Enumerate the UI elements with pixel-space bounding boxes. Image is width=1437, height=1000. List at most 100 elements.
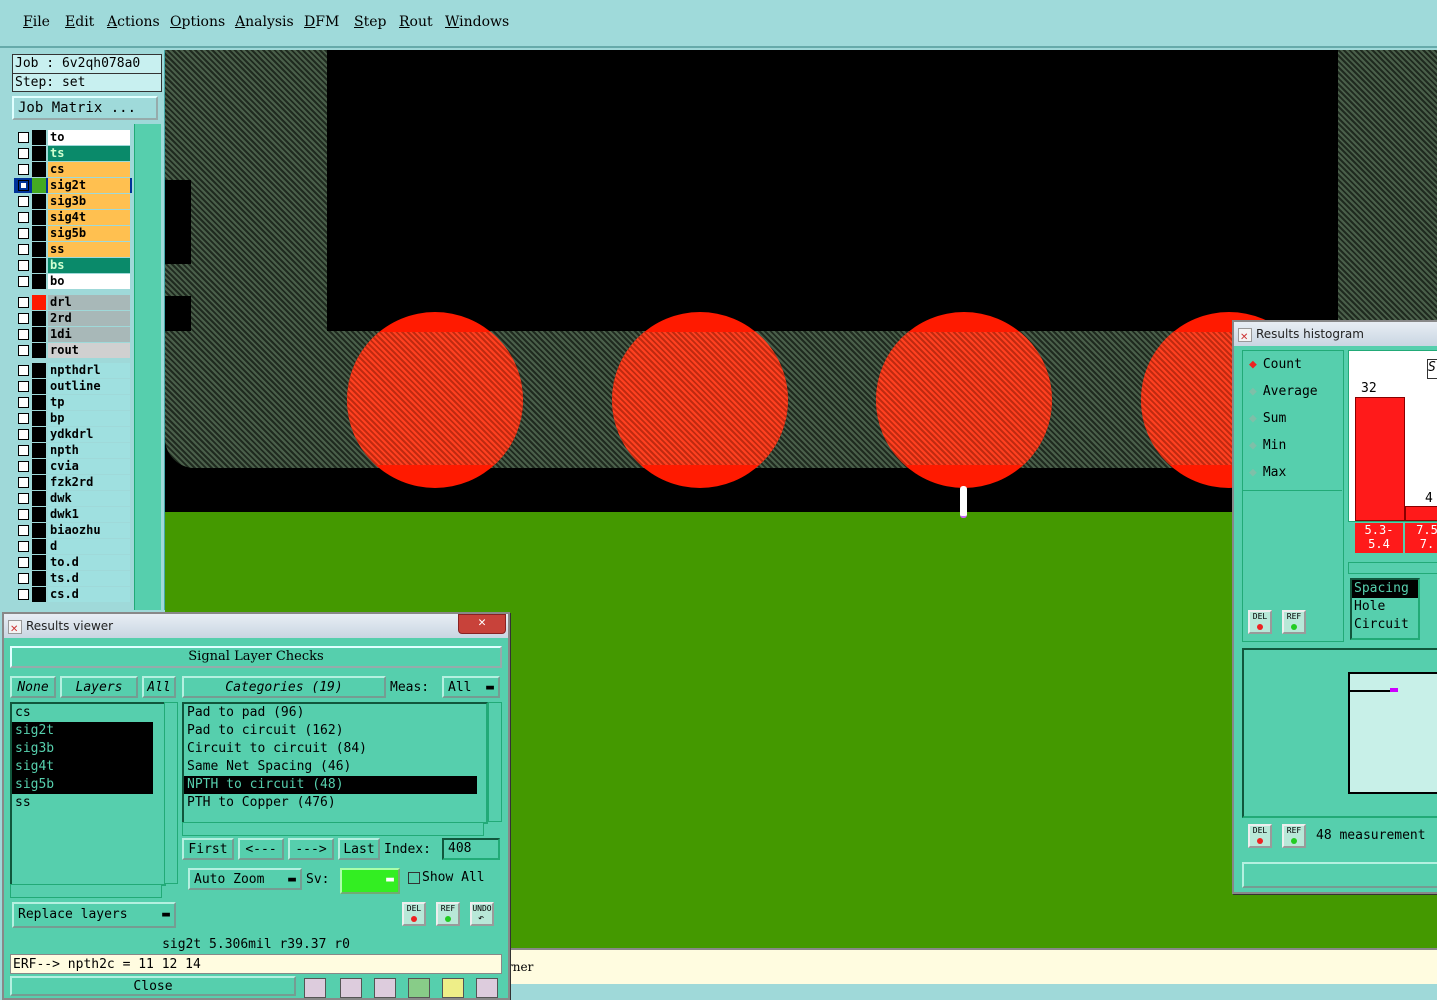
toolbar-icon-3[interactable] [374, 978, 396, 998]
layer-color-swatch[interactable] [32, 395, 46, 410]
layer-row-sig2t[interactable]: sig2t [14, 178, 132, 193]
layer-checkbox[interactable] [18, 276, 29, 287]
layer-color-swatch[interactable] [32, 194, 46, 209]
layer-name[interactable]: biaozhu [48, 523, 130, 538]
category-hscroll[interactable] [182, 822, 484, 836]
layer-name[interactable]: cvia [48, 459, 130, 474]
delete-result-button[interactable]: DEL [402, 902, 426, 926]
layer-row-npthdrl[interactable]: npthdrl [14, 363, 132, 378]
close-window-icon[interactable]: ✕ [458, 614, 506, 634]
histogram-hscroll[interactable] [1348, 562, 1437, 574]
layer-name[interactable]: dwk [48, 491, 130, 506]
layer-row-sig5b[interactable]: sig5b [14, 226, 132, 241]
menu-edit[interactable]: Edit [65, 14, 94, 30]
layer-result-item[interactable]: sig4t [12, 758, 153, 776]
layer-row-bo[interactable]: bo [14, 274, 132, 289]
layer-row-ts-d[interactable]: ts.d [14, 571, 132, 586]
layer-checkbox[interactable] [18, 148, 29, 159]
layer-color-swatch[interactable] [32, 587, 46, 602]
layer-checkbox[interactable] [18, 345, 29, 356]
last-button[interactable]: Last [338, 838, 380, 860]
layer-row-ss[interactable]: ss [14, 242, 132, 257]
layer-row-bp[interactable]: bp [14, 411, 132, 426]
category-list[interactable]: Pad to pad (96) Pad to circuit (162) Circu… [182, 702, 488, 824]
first-button[interactable]: First [182, 838, 234, 860]
close-button[interactable]: Close [10, 976, 296, 996]
toolbar-icon-2[interactable] [340, 978, 362, 998]
sv-color-select[interactable]: ▬ [340, 868, 400, 894]
layer-name[interactable]: sig4t [48, 210, 130, 225]
category-item[interactable]: Circuit to circuit (84) [184, 740, 477, 758]
layer-checkbox[interactable] [18, 493, 29, 504]
layer-name[interactable]: sig3b [48, 194, 130, 209]
layer-checkbox[interactable] [18, 541, 29, 552]
menu-dfm[interactable]: DFM [304, 14, 339, 30]
categories-button[interactable]: Categories (19) [182, 676, 386, 698]
histogram-icon[interactable] [476, 978, 498, 998]
layer-row-1di[interactable]: 1di [14, 327, 132, 342]
layer-color-swatch[interactable] [32, 379, 46, 394]
ref-result-button[interactable]: REF [436, 902, 460, 926]
layer-row-dwk[interactable]: dwk [14, 491, 132, 506]
layer-row-ts[interactable]: ts [14, 146, 132, 161]
layer-name[interactable]: d [48, 539, 130, 554]
layer-color-swatch[interactable] [32, 343, 46, 358]
layer-name[interactable]: fzk2rd [48, 475, 130, 490]
layer-color-swatch[interactable] [32, 258, 46, 273]
layer-row-rout[interactable]: rout [14, 343, 132, 358]
layer-row-d[interactable]: d [14, 539, 132, 554]
layer-row-cvia[interactable]: cvia [14, 459, 132, 474]
layer-name[interactable]: sig2t [48, 178, 130, 193]
radio-diamond-icon[interactable]: ◆ [1249, 357, 1257, 372]
menu-windows[interactable]: Windows [445, 14, 509, 30]
job-matrix-button[interactable]: Job Matrix ... [12, 96, 158, 120]
menu-actions[interactable]: Actions [107, 14, 160, 30]
layer-row-fzk2rd[interactable]: fzk2rd [14, 475, 132, 490]
category-scrollbar[interactable] [488, 702, 502, 822]
layer-checkbox[interactable] [18, 461, 29, 472]
type-item[interactable]: Circuit [1352, 616, 1418, 634]
layer-checkbox[interactable] [18, 381, 29, 392]
histogram-ref-button[interactable]: REF [1282, 610, 1306, 634]
layer-result-item[interactable]: sig2t [12, 722, 153, 740]
layer-row-2rd[interactable]: 2rd [14, 311, 132, 326]
layer-color-swatch[interactable] [32, 295, 46, 310]
layer-color-swatch[interactable] [32, 178, 46, 193]
mode-option-count[interactable]: ◆ Count [1249, 357, 1302, 377]
layer-result-item[interactable]: sig5b [12, 776, 153, 794]
category-item[interactable]: PTH to Copper (476) [184, 794, 477, 812]
toolbar-icon-1[interactable] [304, 978, 326, 998]
mode-option-min[interactable]: ◆ Min [1249, 438, 1286, 458]
layer-name[interactable]: cs.d [48, 587, 130, 602]
layer-result-item[interactable]: sig3b [12, 740, 153, 758]
category-item[interactable]: Same Net Spacing (46) [184, 758, 477, 776]
layer-name[interactable]: bp [48, 411, 130, 426]
layer-results-list[interactable]: cs sig2t sig3b sig4t sig5b ss [10, 702, 166, 886]
preview-ref-button[interactable]: REF [1282, 824, 1306, 848]
layer-checkbox[interactable] [18, 397, 29, 408]
category-item[interactable]: Pad to circuit (162) [184, 722, 477, 740]
layer-color-swatch[interactable] [32, 491, 46, 506]
layer-checkbox[interactable] [18, 244, 29, 255]
layer-result-item[interactable]: cs [12, 704, 153, 722]
layer-row-npth[interactable]: npth [14, 443, 132, 458]
layer-name[interactable]: bo [48, 274, 130, 289]
layer-checkbox[interactable] [18, 477, 29, 488]
layer-color-swatch[interactable] [32, 210, 46, 225]
type-item[interactable]: Hole [1352, 598, 1418, 616]
layer-color-swatch[interactable] [32, 226, 46, 241]
layer-row-outline[interactable]: outline [14, 379, 132, 394]
layer-name[interactable]: npthdrl [48, 363, 130, 378]
next-button[interactable]: ---> [288, 838, 334, 860]
layer-color-swatch[interactable] [32, 242, 46, 257]
layer-row-tp[interactable]: tp [14, 395, 132, 410]
menu-options[interactable]: Options [170, 14, 225, 30]
layer-name[interactable]: ss [48, 242, 130, 257]
mode-option-average[interactable]: ◆ Average [1249, 384, 1318, 404]
layer-color-swatch[interactable] [32, 555, 46, 570]
layer-row-dwk1[interactable]: dwk1 [14, 507, 132, 522]
menu-analysis[interactable]: Analysis [235, 14, 294, 30]
index-input[interactable]: 408 [442, 838, 500, 860]
undo-button[interactable]: UNDO ↶ [470, 902, 494, 926]
mode-option-sum[interactable]: ◆ Sum [1249, 411, 1286, 431]
